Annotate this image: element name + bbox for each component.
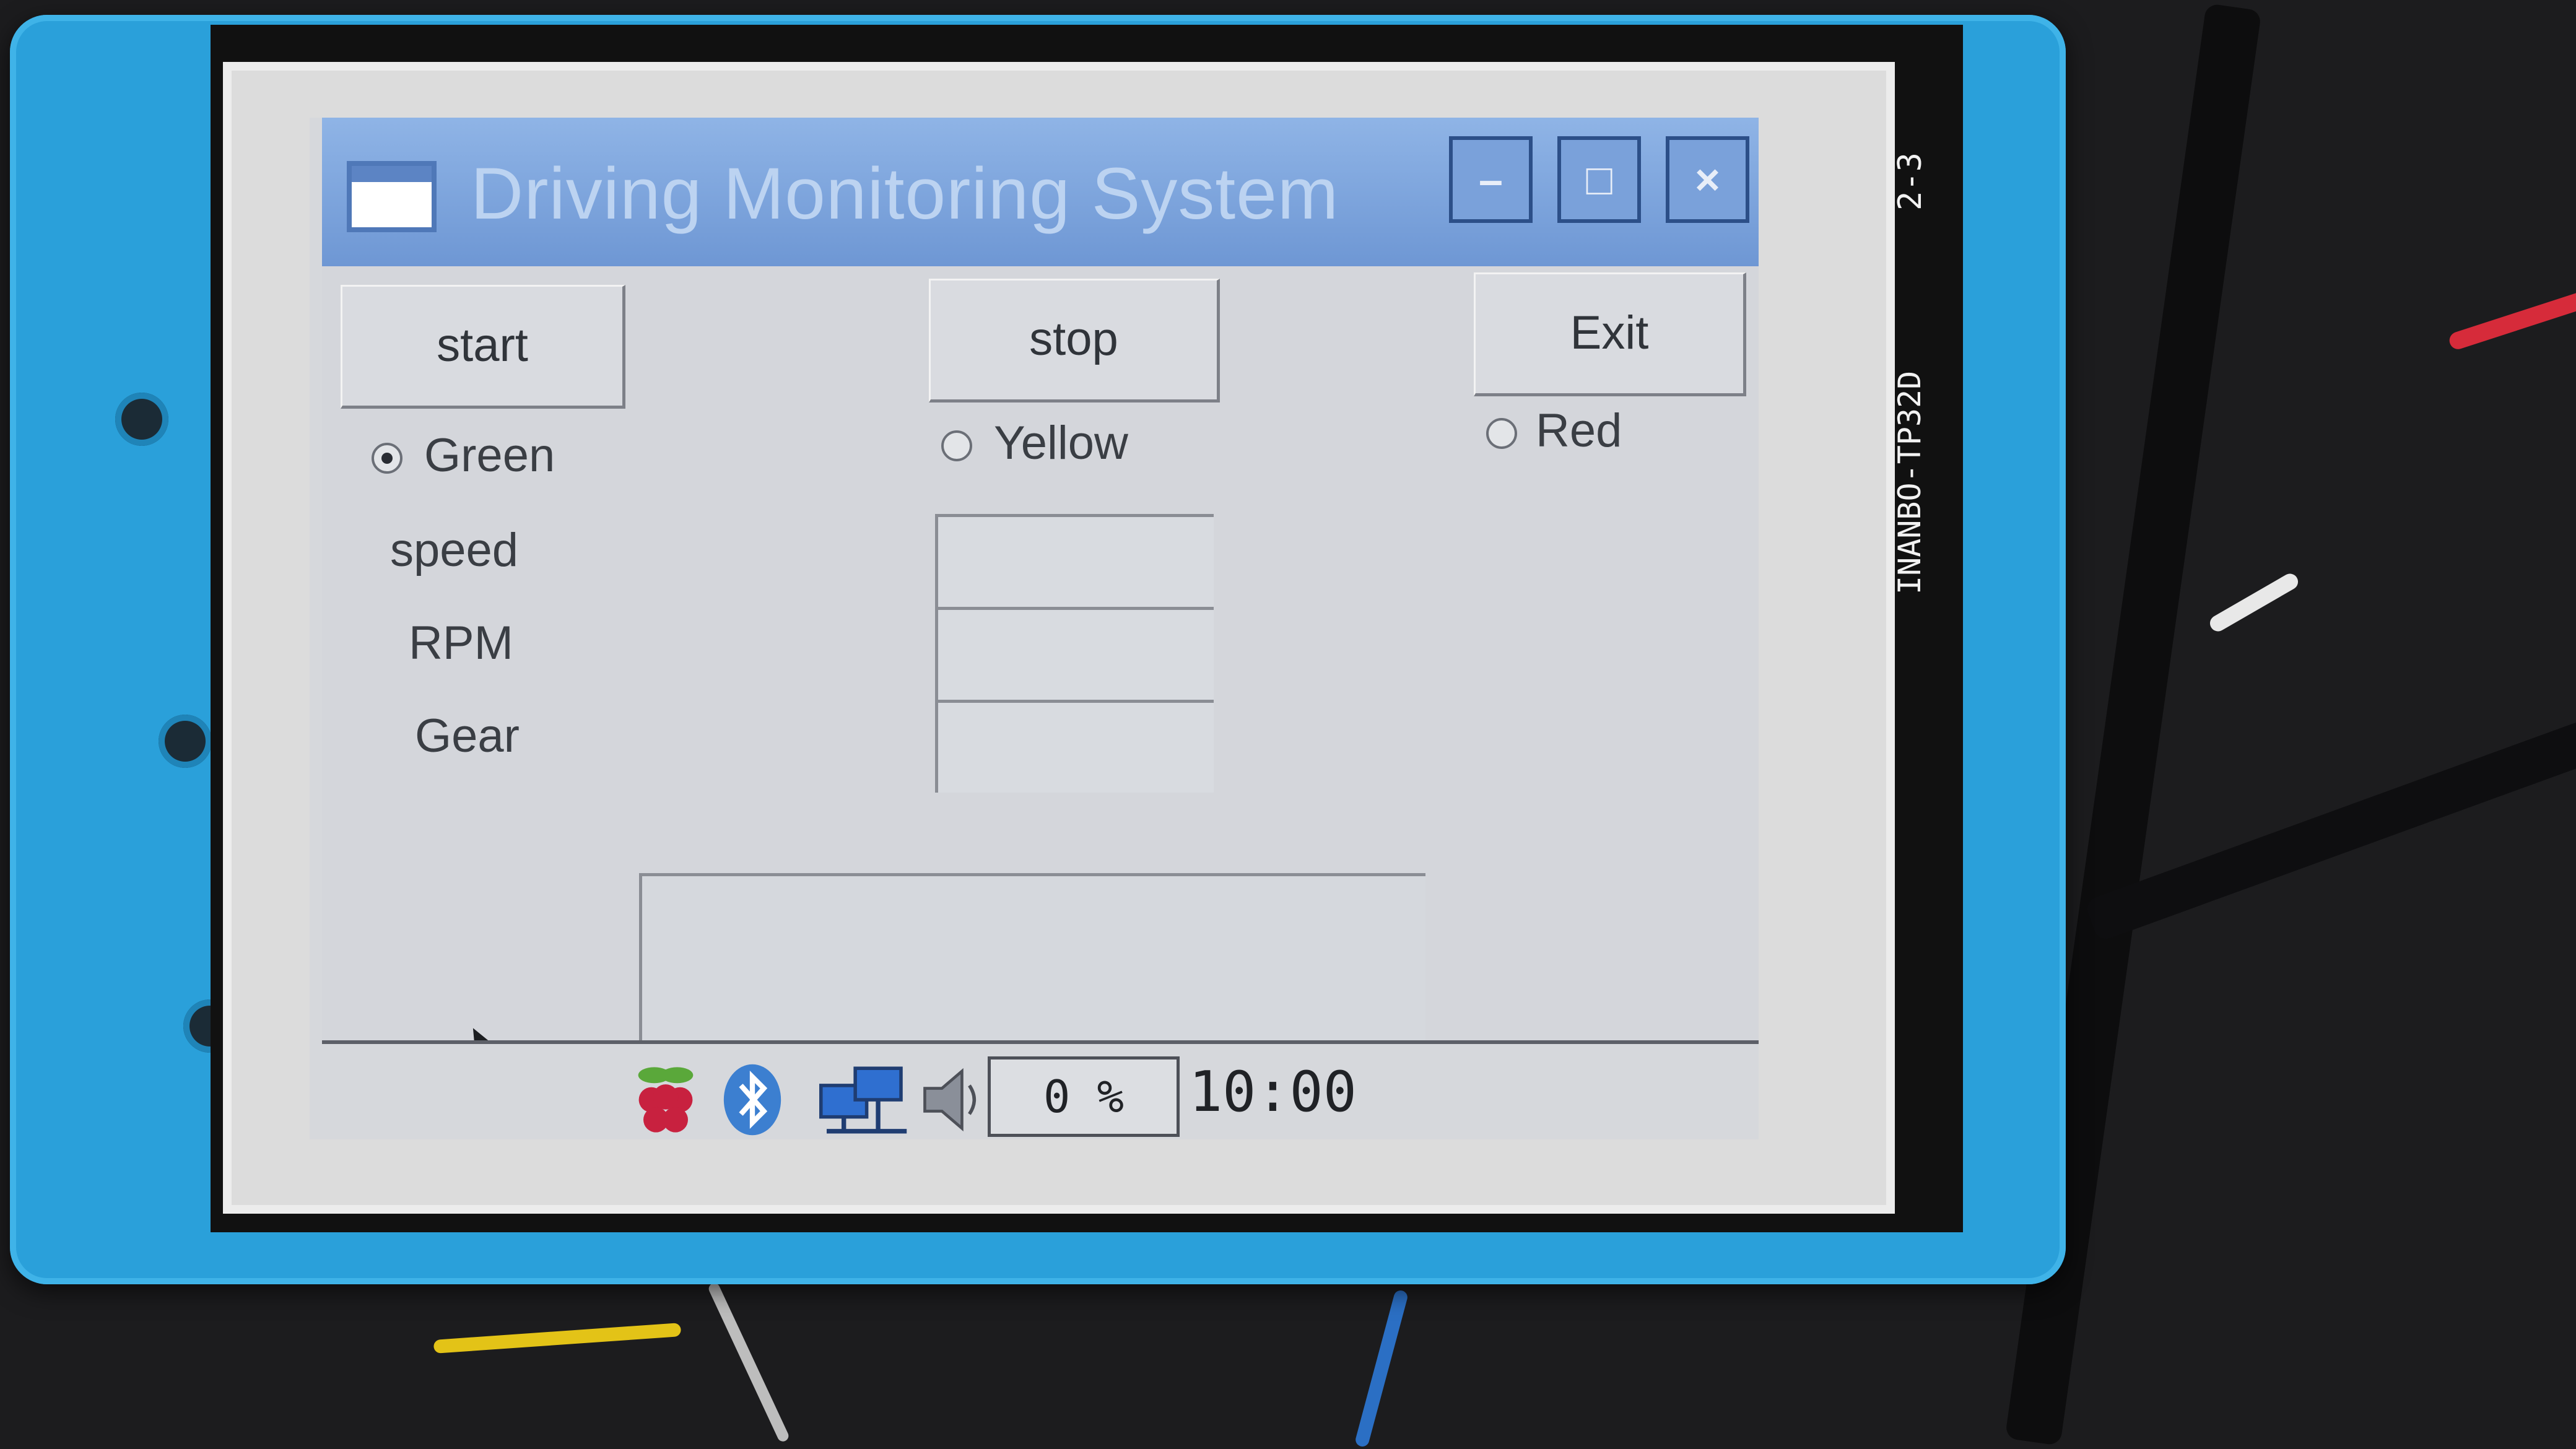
gray-wire	[707, 1281, 791, 1443]
mount-hole	[159, 715, 212, 768]
network-icon[interactable]	[811, 1063, 916, 1137]
exit-button[interactable]: Exit	[1474, 272, 1746, 396]
radio-yellow-label[interactable]: Yellow	[994, 416, 1128, 470]
speed-field[interactable]	[935, 514, 1214, 607]
white-wire	[2207, 570, 2301, 635]
start-button[interactable]: start	[341, 285, 625, 409]
red-wire	[2447, 285, 2576, 352]
rpm-label: RPM	[409, 617, 513, 669]
module-revision: 2-3	[1892, 152, 1929, 211]
yellow-wire	[433, 1323, 682, 1354]
gear-field[interactable]	[935, 700, 1214, 793]
photo-scene: INANBO-TP32D 2-3 Driving Monitoring Syst…	[0, 0, 2576, 1449]
module-label: INANBO-TP32D	[1892, 370, 1928, 594]
rpm-field[interactable]	[935, 607, 1214, 700]
radio-yellow[interactable]	[941, 430, 972, 461]
taskbar-clock: 10:00	[1189, 1060, 1357, 1125]
window-title: Driving Monitoring System	[471, 153, 1339, 235]
radio-green-label[interactable]: Green	[424, 429, 555, 482]
blue-wire	[1354, 1289, 1409, 1448]
mount-hole	[115, 393, 168, 446]
window-titlebar[interactable]: Driving Monitoring System – □ ×	[322, 118, 1759, 266]
volume-icon[interactable]	[916, 1063, 985, 1137]
cpu-usage-monitor: 0 %	[988, 1056, 1180, 1137]
window-icon	[347, 161, 437, 232]
radio-green[interactable]	[372, 443, 402, 474]
window-content: start stop Exit Green Yellow Red speed R…	[322, 266, 1759, 1139]
raspberry-pi-menu-icon[interactable]	[619, 1063, 712, 1137]
radio-red[interactable]	[1486, 418, 1517, 449]
taskbar: 0 % 10:00	[322, 1040, 1759, 1139]
bluetooth-icon[interactable]	[718, 1063, 786, 1137]
radio-red-label[interactable]: Red	[1536, 404, 1622, 458]
stop-button[interactable]: stop	[929, 279, 1220, 402]
gear-label: Gear	[415, 710, 520, 762]
minimize-button[interactable]: –	[1449, 136, 1533, 223]
display-screen: Driving Monitoring System – □ × start st…	[310, 118, 1759, 1139]
speed-label: speed	[390, 524, 519, 577]
maximize-button[interactable]: □	[1557, 136, 1641, 223]
close-button[interactable]: ×	[1666, 136, 1749, 223]
